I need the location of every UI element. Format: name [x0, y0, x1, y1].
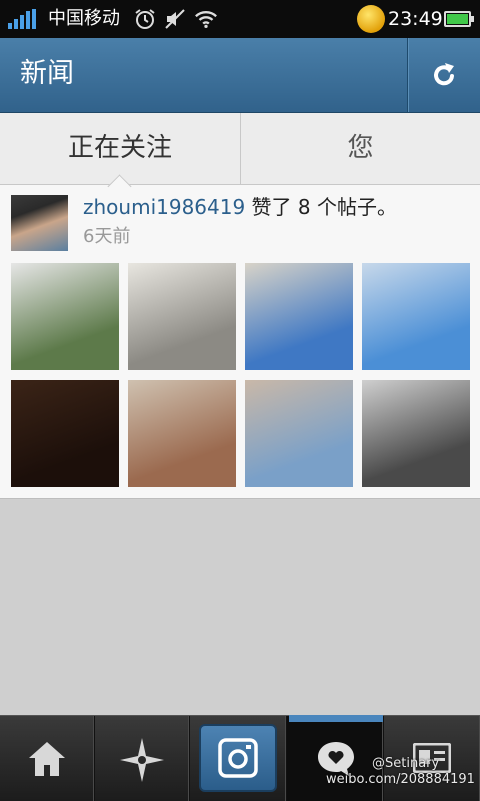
wifi-icon	[195, 11, 217, 29]
username-link[interactable]: zhoumi1986419	[83, 195, 245, 219]
photo-sea-girl[interactable]	[362, 263, 470, 370]
nav-camera[interactable]	[190, 716, 287, 801]
photo-dark-shadow[interactable]	[11, 380, 119, 487]
timestamp: 6天前	[83, 226, 131, 247]
photo-bw-cafe[interactable]	[362, 380, 470, 487]
feed-tabs: 正在关注 您	[0, 113, 480, 185]
page-title: 新闻	[20, 58, 74, 89]
signal-icon	[8, 9, 38, 29]
refresh-icon	[434, 63, 454, 86]
avatar[interactable]	[11, 195, 68, 251]
app-badge-icon	[357, 5, 385, 33]
refresh-button[interactable]	[407, 38, 480, 112]
nav-home[interactable]	[0, 716, 95, 801]
status-time: 23:49	[388, 8, 443, 30]
watermark-handle: @Setinary	[372, 756, 440, 771]
active-tab-indicator	[289, 715, 383, 722]
explore-star-icon	[120, 738, 164, 782]
photo-white-dog[interactable]	[128, 263, 236, 370]
title-bar: 新闻	[0, 38, 480, 113]
watermark-url: weibo.com/208884191	[326, 772, 475, 787]
photo-statue-park[interactable]	[11, 263, 119, 370]
carrier-name: 中国移动	[48, 8, 120, 29]
photo-brick-arches[interactable]	[128, 380, 236, 487]
photo-fountain-girl[interactable]	[245, 263, 353, 370]
nav-explore[interactable]	[95, 716, 190, 801]
alarm-icon	[135, 9, 155, 29]
battery-icon	[444, 11, 474, 27]
home-icon	[29, 742, 65, 776]
status-bar: 中国移动 23:49	[0, 0, 480, 38]
camera-icon	[218, 738, 258, 778]
watermark: @Setinary weibo.com/208884191	[326, 756, 475, 788]
tab-following[interactable]: 正在关注	[0, 113, 240, 184]
mute-icon	[165, 9, 185, 29]
tab-you[interactable]: 您	[241, 113, 480, 184]
photo-two-girls-street[interactable]	[245, 380, 353, 487]
activity-action: 赞了 8 个帖子。	[245, 195, 397, 219]
activity-text: zhoumi1986419 赞了 8 个帖子。	[83, 193, 397, 221]
